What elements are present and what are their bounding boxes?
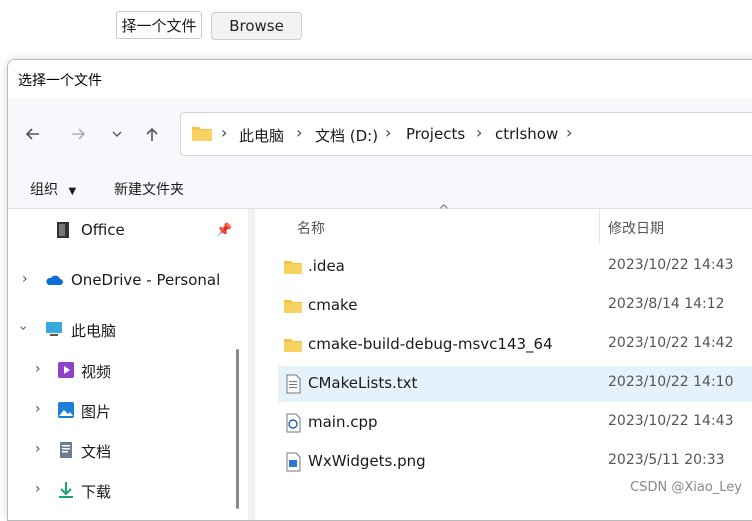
- chevron-right-icon: ›: [22, 271, 28, 287]
- nav-item-pictures[interactable]: › 图片: [8, 395, 248, 427]
- back-button[interactable]: [21, 122, 45, 146]
- file-list: ^ 名称 修改日期 .idea 2023/10/22 14:43 cmake 2…: [255, 203, 752, 520]
- file-date: 2023/10/22 14:10: [608, 374, 734, 390]
- browse-button[interactable]: Browse: [211, 12, 302, 40]
- organize-menu[interactable]: 组织 ▼: [30, 179, 76, 199]
- chevron-right-icon: ›: [35, 481, 41, 497]
- nav-label: Office: [81, 221, 125, 239]
- nav-item-downloads[interactable]: › 下载: [8, 475, 248, 507]
- file-name: main.cpp: [308, 413, 378, 431]
- chevron-down-icon: ›: [14, 325, 31, 331]
- organize-label: 组织: [30, 182, 58, 198]
- pc-icon: [46, 322, 62, 336]
- breadcrumb-projects[interactable]: Projects: [406, 125, 465, 143]
- watermark: CSDN @Xiao_Ley: [630, 480, 742, 495]
- file-name: .idea: [308, 257, 345, 275]
- file-date: 2023/10/22 14:43: [608, 257, 734, 273]
- recent-locations-button[interactable]: [105, 122, 129, 146]
- breadcrumb-ctrlshow[interactable]: ctrlshow: [495, 125, 558, 143]
- file-row[interactable]: WxWidgets.png 2023/5/11 20:33: [278, 444, 752, 480]
- choose-file-label-button[interactable]: 择一个文件: [116, 11, 202, 39]
- breadcrumb-drive-d[interactable]: 文档 (D:): [315, 125, 378, 146]
- file-date: 2023/10/22 14:42: [608, 335, 734, 351]
- nav-label: 图片: [81, 403, 112, 421]
- folder-icon: [192, 127, 212, 141]
- folder-icon: [284, 300, 302, 313]
- column-header-name[interactable]: 名称: [297, 218, 325, 252]
- document-icon: [60, 442, 72, 458]
- file-row[interactable]: cmake 2023/8/14 14:12: [278, 288, 752, 324]
- forward-button[interactable]: [66, 122, 90, 146]
- pin-icon: 📌: [216, 223, 233, 238]
- file-row-selected[interactable]: CMakeLists.txt 2023/10/22 14:10: [278, 366, 752, 402]
- address-bar[interactable]: › 此电脑 › 文档 (D:) › Projects › ctrlshow ›: [180, 112, 752, 156]
- caret-down-icon: ▼: [68, 186, 77, 197]
- pane-divider[interactable]: [248, 209, 255, 520]
- navigation-pane: Office 📌 › OneDrive - Personal › 此电脑 › 视…: [8, 209, 248, 520]
- nav-item-office[interactable]: Office 📌: [8, 215, 248, 247]
- text-file-icon: [286, 374, 301, 394]
- file-row[interactable]: main.cpp 2023/10/22 14:43: [278, 405, 752, 441]
- chevron-right-icon: ›: [35, 441, 41, 457]
- office-folder-icon: [57, 222, 69, 238]
- nav-label: OneDrive - Personal: [71, 271, 221, 289]
- nav-item-videos[interactable]: › 视频: [8, 355, 248, 387]
- file-date: 2023/5/11 20:33: [608, 452, 725, 468]
- file-row[interactable]: .idea 2023/10/22 14:43: [278, 249, 752, 285]
- image-file-icon: [286, 452, 301, 472]
- breadcrumb-separator: ›: [296, 123, 303, 142]
- file-name: WxWidgets.png: [308, 452, 426, 470]
- chevron-right-icon: ›: [35, 401, 41, 417]
- video-icon: [58, 362, 74, 378]
- dialog-title: 选择一个文件: [18, 73, 102, 89]
- arrow-right-icon: [72, 128, 86, 140]
- breadcrumb-separator: ›: [566, 123, 573, 142]
- nav-item-onedrive[interactable]: › OneDrive - Personal: [8, 265, 248, 297]
- breadcrumb-this-pc[interactable]: 此电脑: [239, 125, 284, 146]
- breadcrumb-separator: ›: [385, 123, 392, 142]
- breadcrumb-separator: ›: [221, 123, 228, 142]
- folder-icon: [284, 339, 302, 352]
- nav-label: 文档: [81, 443, 112, 461]
- file-name: cmake-build-debug-msvc143_64: [308, 335, 553, 353]
- download-icon: [59, 482, 73, 498]
- nav-label: 此电脑: [71, 322, 117, 340]
- file-date: 2023/8/14 14:12: [608, 296, 725, 312]
- cloud-icon: [46, 275, 63, 285]
- sort-ascending-icon: ^: [438, 203, 450, 219]
- image-icon: [58, 402, 74, 418]
- file-name: CMakeLists.txt: [308, 374, 418, 392]
- cpp-file-icon: [286, 413, 301, 433]
- nav-scrollbar-thumb[interactable]: [236, 349, 239, 509]
- command-bar: 组织 ▼ 新建文件夹: [8, 168, 752, 209]
- dialog-titlebar: 选择一个文件: [8, 60, 752, 98]
- navigation-bar: › 此电脑 › 文档 (D:) › Projects › ctrlshow ›: [8, 98, 752, 168]
- column-separator[interactable]: [599, 209, 600, 243]
- nav-label: 下载: [81, 483, 112, 501]
- chevron-right-icon: ›: [35, 361, 41, 377]
- file-name: cmake: [308, 296, 358, 314]
- up-button[interactable]: [140, 122, 164, 146]
- new-folder-button[interactable]: 新建文件夹: [114, 179, 184, 199]
- folder-icon: [284, 261, 302, 274]
- background-app-toolbar: 择一个文件 Browse: [0, 0, 752, 60]
- nav-item-this-pc[interactable]: › 此电脑: [8, 314, 248, 346]
- breadcrumb-separator: ›: [476, 123, 483, 142]
- file-date: 2023/10/22 14:43: [608, 413, 734, 429]
- nav-label: 视频: [81, 363, 112, 381]
- column-header-date[interactable]: 修改日期: [608, 218, 664, 252]
- nav-item-documents[interactable]: › 文档: [8, 435, 248, 467]
- file-row[interactable]: cmake-build-debug-msvc143_64 2023/10/22 …: [278, 327, 752, 363]
- chevron-down-icon: [112, 131, 122, 137]
- arrow-left-icon: [25, 128, 39, 140]
- file-open-dialog: 选择一个文件 › 此电脑 › 文档 (D:) › Projects › ctrl…: [7, 59, 752, 521]
- arrow-up-icon: [146, 127, 158, 141]
